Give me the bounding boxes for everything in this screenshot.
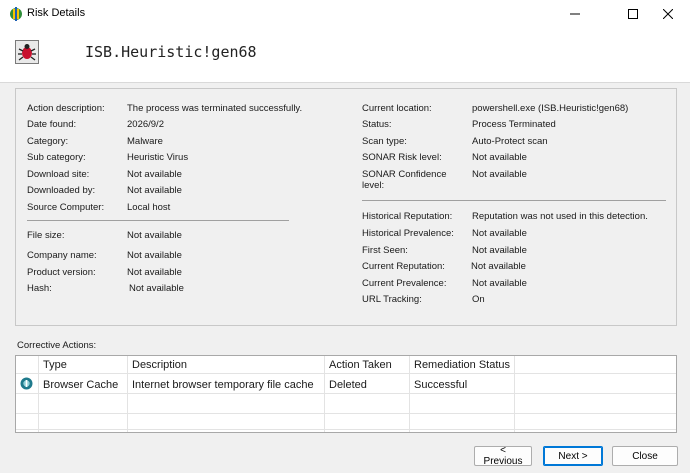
detail-label: Category: xyxy=(27,136,69,147)
close-button[interactable]: Close xyxy=(612,446,678,466)
next-button[interactable]: Next > xyxy=(543,446,603,466)
detail-value: Not available xyxy=(127,185,182,196)
corrective-actions-table[interactable]: Type Description Action Taken Remediatio… xyxy=(15,355,677,433)
detail-value: Malware xyxy=(127,136,163,147)
detail-value: Not available xyxy=(127,230,182,241)
close-icon xyxy=(663,9,673,19)
corrective-actions-label: Corrective Actions: xyxy=(17,340,97,351)
detail-label: Historical Reputation: xyxy=(362,211,453,222)
minimize-button[interactable] xyxy=(552,0,598,28)
cell-action-taken: Deleted xyxy=(329,379,367,391)
title-bar: Risk Details xyxy=(0,0,690,28)
window-title: Risk Details xyxy=(27,7,86,19)
detail-value: Not available xyxy=(472,152,527,163)
detail-label: SONAR Confidence level: xyxy=(362,169,447,191)
detail-value: On xyxy=(472,294,485,305)
detail-label: Status: xyxy=(362,119,392,130)
column-header-type[interactable]: Type xyxy=(43,359,67,371)
detail-label: Downloaded by: xyxy=(27,185,96,196)
detail-value: Not available xyxy=(127,267,182,278)
risk-header: ISB.Heuristic!gen68 xyxy=(0,28,690,83)
details-panel: Action description: The process was term… xyxy=(15,88,677,326)
column-header-remediation-status[interactable]: Remediation Status xyxy=(414,359,510,371)
right-separator xyxy=(362,200,666,201)
detail-label: Date found: xyxy=(27,119,77,130)
risk-name: ISB.Heuristic!gen68 xyxy=(85,43,257,61)
detail-value: Reputation was not used in this detectio… xyxy=(472,211,648,222)
detail-label: Sub category: xyxy=(27,152,86,163)
detail-value: Not available xyxy=(472,169,527,180)
cell-type: Browser Cache xyxy=(43,379,119,391)
detail-label: Product version: xyxy=(27,267,96,278)
detail-value: 2026/9/2 xyxy=(127,119,164,130)
detail-value: Local host xyxy=(127,202,171,213)
detail-value: Heuristic Virus xyxy=(127,152,189,163)
detail-label: File size: xyxy=(27,230,65,241)
column-header-action-taken[interactable]: Action Taken xyxy=(329,359,392,371)
detail-label: Download site: xyxy=(27,169,90,180)
detail-label: Scan type: xyxy=(362,136,407,147)
detail-label: Source Computer: xyxy=(27,202,105,213)
previous-button[interactable]: < Previous xyxy=(474,445,532,467)
detail-value: Not available xyxy=(472,278,527,289)
detail-value: powershell.exe (ISB.Heuristic!gen68) xyxy=(472,103,629,114)
detail-label: Hash: xyxy=(27,283,52,294)
detail-value: Not available xyxy=(471,261,526,272)
detail-label: Action description: xyxy=(27,103,105,114)
cell-description: Internet browser temporary file cache xyxy=(132,379,314,391)
detail-label: First Seen: xyxy=(362,245,408,256)
norton-app-icon xyxy=(10,7,22,21)
left-separator xyxy=(27,220,289,221)
cell-remediation-status: Successful xyxy=(414,379,468,391)
detail-value: Auto-Protect scan xyxy=(472,136,548,147)
detail-label: Current Reputation: xyxy=(362,261,445,272)
column-header-description[interactable]: Description xyxy=(132,359,187,371)
detail-value: Not available xyxy=(129,283,184,294)
detail-value: Process Terminated xyxy=(472,119,556,130)
detail-value: Not available xyxy=(472,245,527,256)
maximize-icon xyxy=(628,9,638,19)
detail-label: Company name: xyxy=(27,250,97,261)
detail-label: Current location: xyxy=(362,103,432,114)
detail-label: Historical Prevalence: xyxy=(362,228,454,239)
close-window-button[interactable] xyxy=(645,0,690,28)
detail-value: The process was terminated successfully. xyxy=(127,103,303,114)
info-globe-icon xyxy=(20,377,33,390)
virus-bug-icon xyxy=(15,40,39,64)
minimize-icon xyxy=(570,13,580,15)
detail-label: Current Prevalence: xyxy=(362,278,447,289)
detail-label: URL Tracking: xyxy=(362,294,422,305)
detail-value: Not available xyxy=(127,169,182,180)
detail-value: Not available xyxy=(127,250,182,261)
detail-value: Not available xyxy=(472,228,527,239)
detail-label: SONAR Risk level: xyxy=(362,152,442,163)
